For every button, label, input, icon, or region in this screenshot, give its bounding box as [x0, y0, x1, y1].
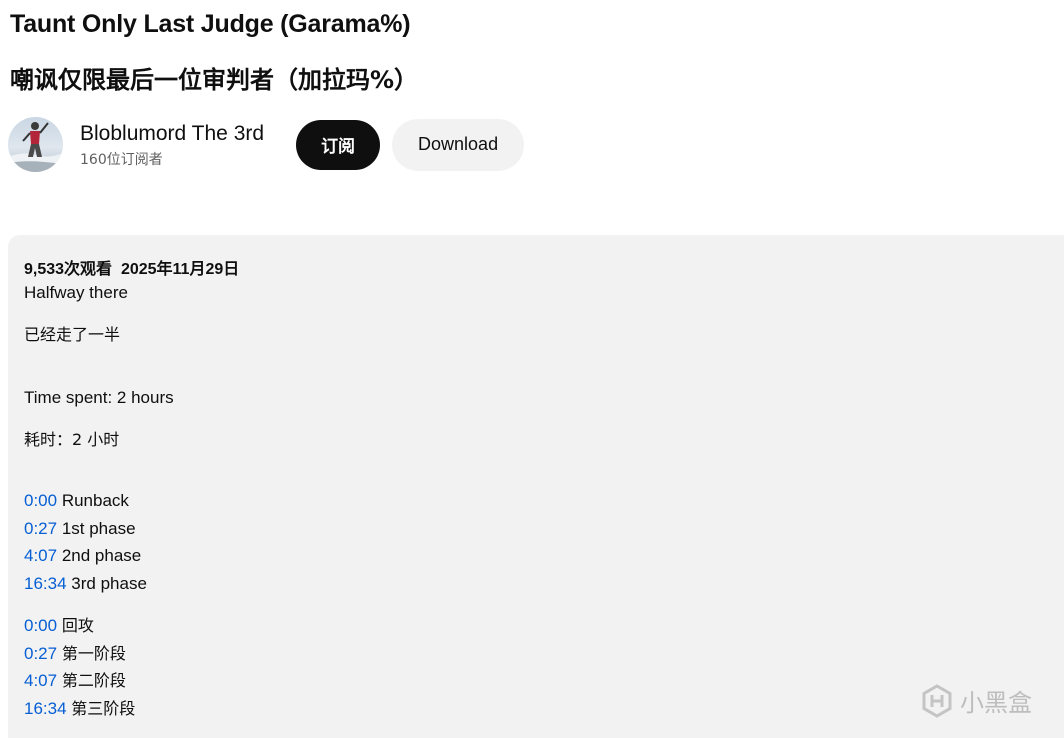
- chapter-timestamp[interactable]: 4:07: [24, 546, 57, 565]
- description-line-en: Halfway there: [24, 283, 128, 302]
- chapter-timestamp[interactable]: 0:00: [24, 491, 57, 510]
- chapter-label: 回攻: [61, 616, 94, 635]
- channel-avatar[interactable]: [8, 117, 63, 172]
- time-spent-en: Time spent: 2 hours: [24, 388, 174, 407]
- chapter-line: 0:27 第一阶段: [24, 640, 126, 664]
- heybox-logo-icon: [922, 683, 952, 718]
- channel-row: Bloblumord The 3rd 160位订阅者 订阅 Download: [8, 117, 525, 172]
- chapter-label: 1st phase: [61, 519, 136, 538]
- watermark: 小黑盒: [920, 683, 1032, 718]
- chapter-line: 0:27 1st phase: [24, 519, 136, 539]
- chapter-line: 16:34 3rd phase: [24, 574, 147, 594]
- view-count: 9,533次观看: [24, 261, 113, 278]
- chapter-timestamp[interactable]: 0:27: [24, 519, 57, 538]
- chapter-label: 第三阶段: [71, 699, 136, 718]
- chapter-label: Runback: [61, 491, 129, 510]
- chapter-label: 第一阶段: [61, 644, 126, 663]
- description-line-zh: 已经走了一半: [24, 325, 121, 344]
- chapter-timestamp[interactable]: 4:07: [24, 671, 57, 690]
- chapter-line: 16:34 第三阶段: [24, 695, 135, 719]
- chapter-label: 2nd phase: [61, 546, 142, 565]
- chapter-timestamp[interactable]: 0:27: [24, 644, 57, 663]
- chapter-line: 0:00 回攻: [24, 612, 94, 636]
- description-box[interactable]: 9,533次观看 2025年11月29日 Halfway there 已经走了一…: [8, 235, 1064, 738]
- chapter-timestamp[interactable]: 16:34: [24, 699, 67, 718]
- subscribe-button[interactable]: 订阅: [296, 119, 381, 170]
- channel-info: Bloblumord The 3rd 160位订阅者: [80, 121, 264, 169]
- subscriber-count: 160位订阅者: [80, 151, 163, 168]
- video-title-en: Taunt Only Last Judge (Garama%): [10, 10, 411, 38]
- chapter-timestamp[interactable]: 16:34: [24, 574, 67, 593]
- chapter-line: 0:00 Runback: [24, 491, 129, 511]
- watermark-text: 小黑盒: [960, 689, 1032, 717]
- download-button[interactable]: Download: [392, 118, 525, 171]
- chapter-label: 3rd phase: [71, 574, 147, 593]
- chapter-line: 4:07 2nd phase: [24, 546, 141, 566]
- channel-name[interactable]: Bloblumord The 3rd: [80, 121, 264, 147]
- time-spent-zh: 耗时：2 小时: [24, 430, 120, 449]
- chapter-line: 4:07 第二阶段: [24, 667, 126, 691]
- video-meta: 9,533次观看 2025年11月29日: [24, 255, 239, 279]
- upload-date: 2025年11月29日: [120, 261, 240, 278]
- video-page: Taunt Only Last Judge (Garama%) 嘲讽仅限最后一位…: [0, 0, 1064, 738]
- chapter-timestamp[interactable]: 0:00: [24, 616, 57, 635]
- chapter-label: 第二阶段: [61, 671, 126, 690]
- video-title-zh: 嘲讽仅限最后一位审判者（加拉玛%）: [10, 66, 419, 94]
